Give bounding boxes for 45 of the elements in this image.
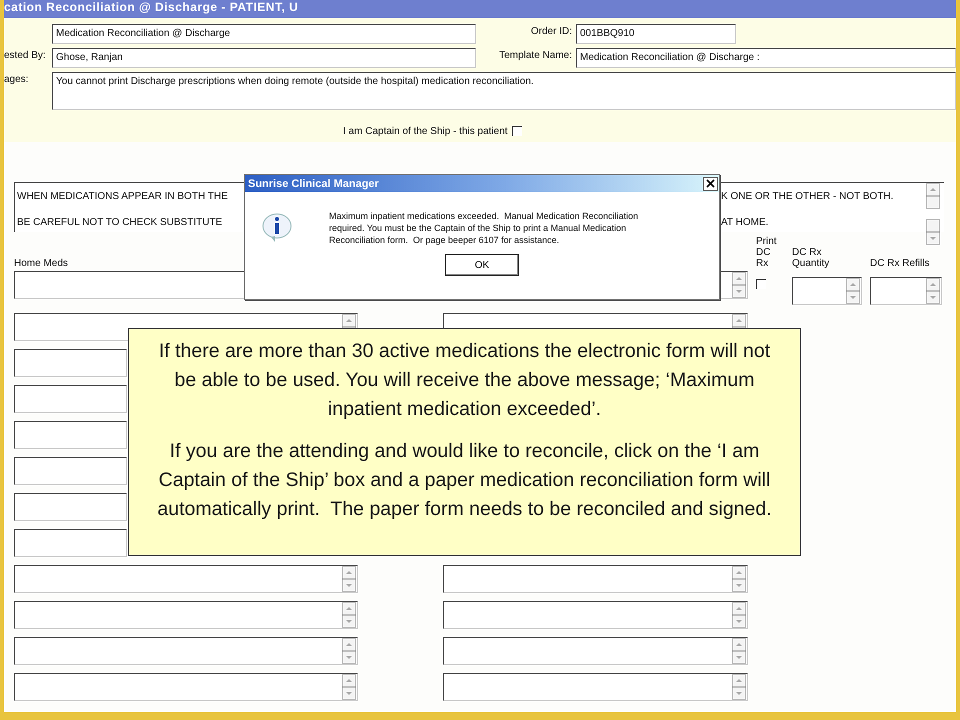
window-title: cation Reconciliation @ Discharge - PATIENT, U: [4, 0, 956, 18]
captain-checkbox[interactable]: [512, 126, 522, 136]
column-header: Home Meds: [14, 258, 69, 269]
ok-button[interactable]: OK: [445, 254, 519, 276]
callout-text: If you are the attending and would like to reconcile, click on the ‘I am Captain of the Ship’ box and a paper medication reconciliation form will automatically print. The paper form needs to be reconciled and signed.: [156, 439, 773, 522]
medication-field[interactable]: [14, 457, 127, 485]
field-label: ested By:: [4, 49, 47, 61]
info-icon: [261, 212, 293, 242]
template-name-field[interactable]: Medication Reconciliation @ Discharge :: [576, 48, 956, 68]
quantity-field[interactable]: [792, 277, 862, 305]
medication-field[interactable]: [443, 637, 748, 665]
medication-field[interactable]: [443, 601, 748, 629]
print-checkbox[interactable]: [756, 279, 766, 289]
checkbox-label: I am Captain of the Ship - this patient: [343, 126, 508, 136]
messages-field[interactable]: You cannot print Discharge prescriptions when doing remote (outside the hospital) medication reconciliation.: [52, 72, 956, 110]
order-id-field[interactable]: 001BBQ910: [576, 24, 736, 44]
requested-by-field[interactable]: Ghose, Ranjan: [52, 48, 476, 68]
refills-field[interactable]: [870, 277, 942, 305]
medication-field[interactable]: [14, 421, 127, 449]
column-header: Print DC Rx: [756, 236, 778, 269]
column-header: DC Rx Quantity: [792, 247, 830, 269]
field-label: ages:: [4, 73, 30, 85]
medication-field[interactable]: [14, 385, 127, 413]
field-label: Order ID:: [530, 25, 572, 37]
instruction-text: K ONE OR THE OTHER - NOT BOTH.: [721, 190, 894, 202]
medication-field[interactable]: [443, 673, 748, 701]
close-button[interactable]: [703, 176, 718, 190]
order-name-field[interactable]: Medication Reconciliation @ Discharge: [52, 24, 476, 44]
medication-field[interactable]: [14, 673, 358, 701]
callout-text: If there are more than 30 active medications the electronic form will not be able to be used. You will receive the above message; ‘Maximum inpatient medication exceeded’.: [158, 339, 772, 422]
field-label: Template Name:: [498, 49, 572, 61]
instruction-text: AT HOME.: [721, 216, 768, 228]
instruction-text: BE CAREFUL NOT TO CHECK SUBSTITUTE: [17, 216, 222, 228]
instruction-text: WHEN MEDICATIONS APPEAR IN BOTH THE: [17, 190, 228, 202]
dialog-message: Maximum inpatient medications exceeded. Manual Medication Reconciliation required. You must be the Captain of the Ship to print a Manual Medication Reconciliation form. Or page beeper 6107 for assistance.: [329, 210, 640, 246]
medication-field[interactable]: [14, 637, 358, 665]
medication-field[interactable]: [14, 601, 358, 629]
medication-field[interactable]: [14, 349, 127, 377]
close-icon: [706, 178, 715, 188]
column-header: DC Rx Refills: [870, 258, 930, 269]
medication-field[interactable]: [14, 565, 358, 593]
medication-field[interactable]: [14, 529, 127, 557]
medication-field[interactable]: [14, 493, 127, 521]
medication-field[interactable]: [443, 565, 748, 593]
dialog-title: Sunrise Clinical Manager: [248, 178, 379, 190]
